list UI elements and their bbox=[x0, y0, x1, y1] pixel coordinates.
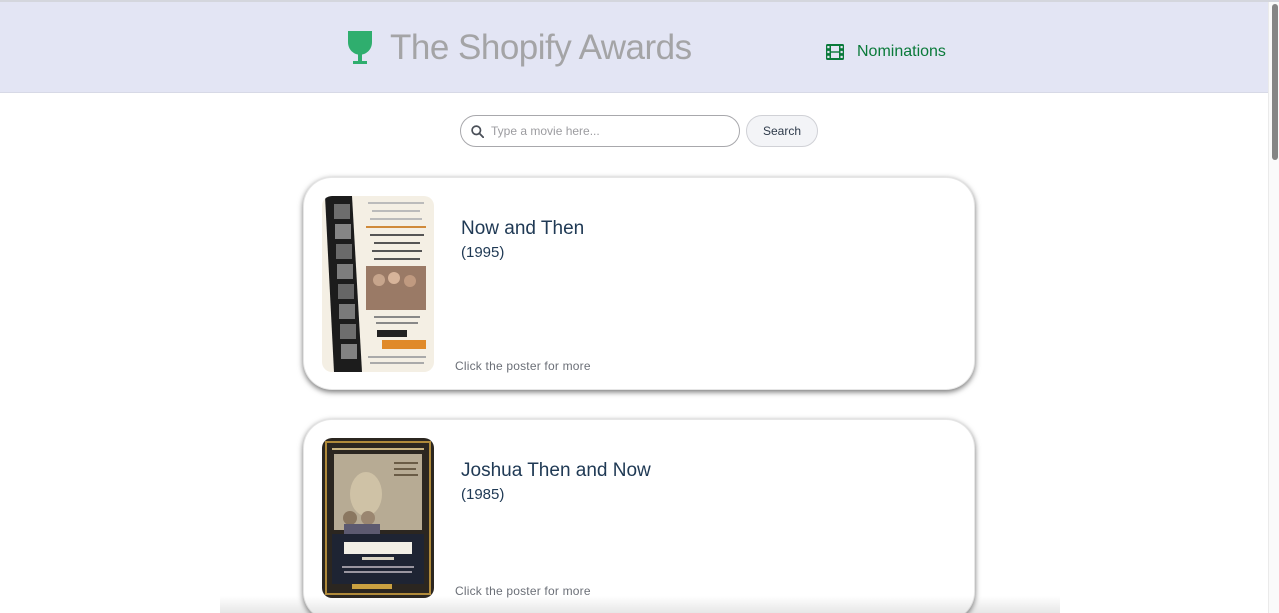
app-title: The Shopify Awards bbox=[390, 28, 692, 67]
movie-year: (1995) bbox=[461, 244, 505, 261]
poster-image bbox=[322, 438, 434, 598]
poster-hint: Click the poster for more bbox=[455, 359, 591, 373]
search-button[interactable]: Search bbox=[746, 115, 818, 147]
film-icon bbox=[826, 44, 844, 60]
search-icon bbox=[471, 125, 484, 138]
nominations-link[interactable]: Nominations bbox=[826, 42, 946, 62]
movie-card: Joshua Then and Now (1985) Click the pos… bbox=[304, 420, 974, 613]
movie-title: Now and Then bbox=[461, 218, 585, 239]
nominations-label: Nominations bbox=[857, 43, 946, 60]
poster-image bbox=[322, 196, 434, 372]
trophy-icon bbox=[348, 31, 372, 64]
scrollbar-thumb[interactable] bbox=[1272, 4, 1278, 160]
movie-title: Joshua Then and Now bbox=[461, 460, 651, 481]
search-box[interactable] bbox=[460, 115, 740, 147]
search-input[interactable] bbox=[491, 116, 731, 146]
scrollbar[interactable] bbox=[1268, 2, 1279, 613]
brand: The Shopify Awards bbox=[345, 28, 692, 68]
app-header: The Shopify Awards Nominations bbox=[0, 2, 1268, 93]
movie-poster[interactable] bbox=[322, 196, 434, 372]
movie-card: Now and Then (1995) Click the poster for… bbox=[304, 178, 974, 389]
movie-year: (1985) bbox=[461, 486, 505, 503]
movie-poster[interactable] bbox=[322, 438, 434, 598]
poster-hint: Click the poster for more bbox=[455, 584, 591, 598]
